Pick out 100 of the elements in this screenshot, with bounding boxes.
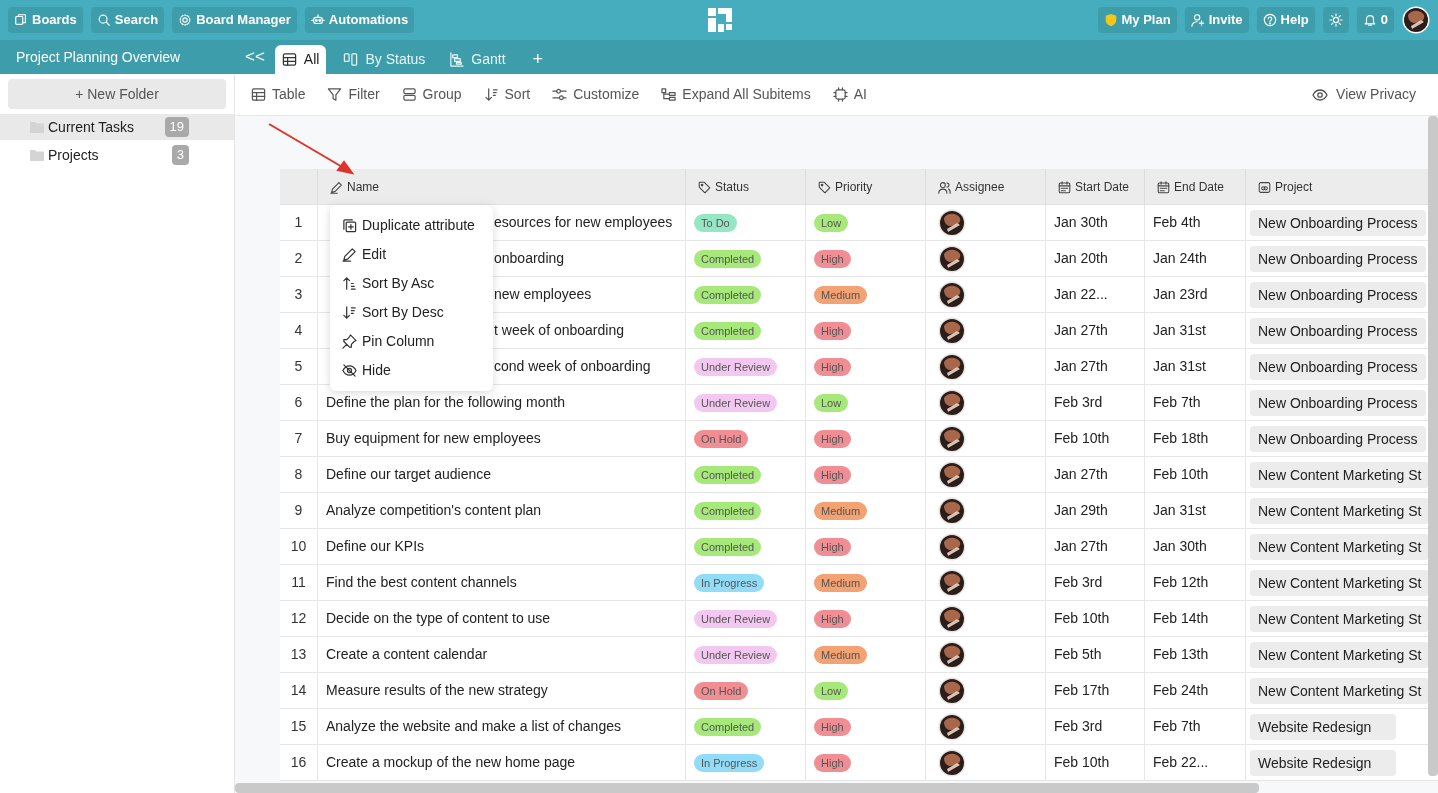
start-date: Feb 10th [1054,429,1110,448]
toolbar-button[interactable]: Group [401,84,462,105]
toolbar-button[interactable]: Sort [483,84,531,105]
folder-item[interactable]: Current Tasks 19 [0,114,234,140]
group-icon [401,87,417,102]
row-number: 1 [294,213,303,232]
task-name: Define our KPIs [326,537,425,556]
priority-tag: High [814,537,851,556]
project-chip: New Onboarding Process [1250,281,1426,308]
theme-toggle-button[interactable] [1322,7,1349,33]
row-number: 11 [291,573,306,592]
view-privacy-button[interactable]: View Privacy [1312,84,1422,105]
project-chip: New Content Marketing St [1250,641,1430,668]
priority-tag: High [814,717,851,736]
new-folder-button[interactable]: + New Folder [8,79,226,109]
row-number: 4 [294,321,303,340]
status-tag: Under Review [694,393,778,412]
start-date: Jan 22... [1054,285,1108,304]
avatar-icon [938,496,966,525]
column-header[interactable]: Start Date [1046,169,1145,205]
column-header[interactable]: Priority [806,169,926,205]
menu-item[interactable]: Hide [330,356,493,385]
column-header[interactable]: Status [686,169,806,205]
sort-descending-icon [342,305,357,320]
end-date: Jan 24th [1153,249,1207,268]
status-tag: On Hold [694,429,749,448]
calendar-icon [1157,180,1170,194]
priority-tag: Low [814,213,849,232]
end-date: Feb 10th [1153,465,1209,484]
chip-icon [832,87,848,102]
toolbar-button[interactable]: Filter [327,84,380,105]
start-date: Feb 17th [1054,681,1110,700]
priority-tag: High [814,357,851,376]
status-tag: Completed [694,285,762,304]
task-name: cond week of onboarding [494,357,651,376]
folder-label: Projects [48,145,100,165]
column-header[interactable]: End Date [1145,169,1246,205]
project-chip: Website Redesign [1250,713,1396,740]
priority-tag: High [814,429,851,448]
task-name: Find the best content channels [326,573,517,592]
start-date: Jan 29th [1054,501,1108,520]
pencil-icon [330,180,343,194]
avatar-icon [938,604,966,633]
status-tag: Completed [694,537,762,556]
hierarchy-icon [661,87,677,102]
priority-tag: Medium [814,285,868,304]
row-number: 13 [290,645,307,664]
toolbar-button[interactable]: Customize [552,84,640,105]
end-date: Jan 31st [1153,321,1206,340]
menu-item[interactable]: Sort By Desc [330,298,493,327]
avatar-icon [938,352,966,381]
toolbar-button[interactable]: Table [251,84,306,105]
search-icon [96,13,111,27]
end-date: Feb 13th [1153,645,1209,664]
view-tab[interactable]: All [274,45,327,74]
vertical-scrollbar[interactable] [1428,116,1438,776]
avatar-icon [938,388,966,417]
row-number: 16 [290,753,307,772]
status-tag: Completed [694,465,762,484]
boards-icon [14,13,28,27]
count-badge: 19 [164,117,189,137]
table-icon [251,87,266,102]
eye-icon [1312,86,1329,103]
menu-item[interactable]: Sort By Asc [330,269,493,298]
avatar-icon [938,712,966,741]
sliders-icon [552,87,568,102]
project-chip: New Content Marketing St [1250,569,1430,596]
task-name: Define the plan for the following month [326,393,565,412]
avatar-icon [938,640,966,669]
tag-icon [818,180,831,194]
column-header[interactable]: Assignee [926,169,1046,205]
priority-tag: High [814,249,851,268]
horizontal-scrollbar[interactable] [235,783,1259,793]
avatar-icon[interactable] [1402,6,1430,34]
folder-item[interactable]: Projects 3 [0,142,234,168]
row-number: 5 [294,357,303,376]
menu-item[interactable]: Duplicate attribute [330,211,493,240]
tag-icon [698,180,711,194]
end-date: Feb 7th [1153,717,1201,736]
toolbar-button[interactable]: Expand All Subitems [661,84,811,105]
avatar-icon [938,280,966,309]
menu-item[interactable]: Pin Column [330,327,493,356]
avatar-icon [938,748,966,777]
project-chip: New Content Marketing St [1250,497,1430,524]
start-date: Feb 3rd [1054,717,1103,736]
menu-item[interactable]: Edit [330,240,493,269]
status-tag: Completed [694,717,762,736]
start-date: Jan 27th [1054,537,1108,556]
project-chip: New Content Marketing St [1250,677,1430,704]
hidden-eye-icon [342,363,357,378]
table-icon [281,52,297,67]
row-number: 15 [290,717,307,736]
project-chip: New Onboarding Process [1250,389,1426,416]
start-date: Jan 30th [1054,213,1108,232]
status-tag: Completed [694,501,762,520]
pin-icon [342,334,357,349]
toolbar-button[interactable]: AI [832,84,867,105]
task-name: esources for new employees [494,213,673,232]
end-date: Feb 12th [1153,573,1209,592]
avatar-icon [938,208,966,237]
